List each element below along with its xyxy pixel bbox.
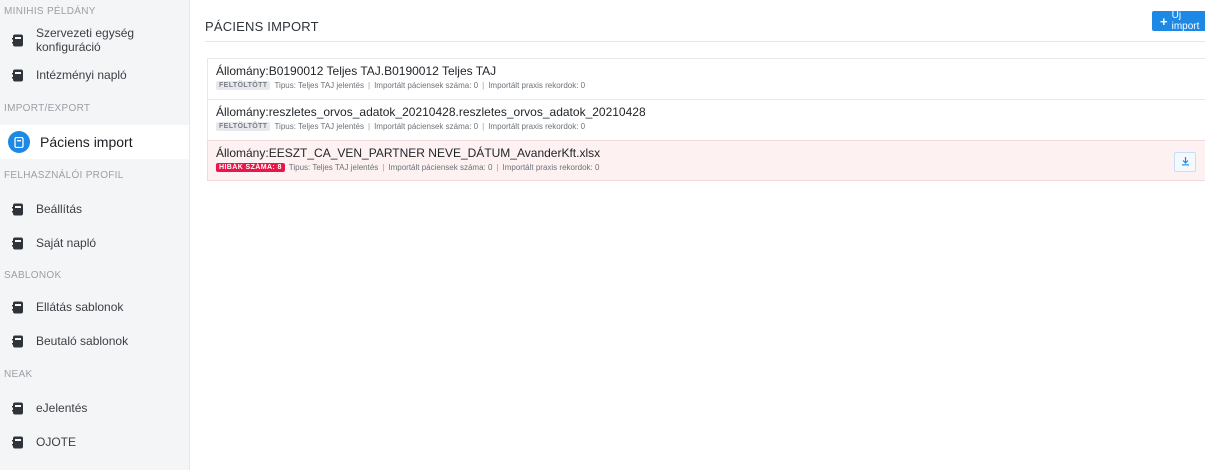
import-type: Tipus: Teljes TAJ jelentés: [288, 163, 379, 172]
sidebar-item-institution-log[interactable]: Intézményi napló: [0, 58, 189, 92]
error-count-badge: HIBÁK SZÁMA: 8: [216, 163, 285, 172]
book-icon: [10, 32, 26, 48]
sidebar-item-org-config[interactable]: Szervezeti egység konfiguráció: [0, 22, 189, 58]
list-item[interactable]: Állomány:B0190012 Teljes TAJ.B0190012 Te…: [207, 58, 1205, 99]
book-icon: [10, 434, 26, 450]
separator: |: [496, 163, 499, 172]
book-icon: [10, 67, 26, 83]
sidebar-item-care-templates[interactable]: Ellátás sablonok: [0, 290, 189, 324]
book-icon: [10, 299, 26, 315]
sidebar-item-label: konfiguráció: [36, 40, 101, 54]
status-badge: FELTÖLTÖTT: [216, 122, 271, 131]
import-meta: HIBÁK SZÁMA: 8 Tipus: Teljes TAJ jelenté…: [216, 163, 1198, 172]
imported-records: Importált praxis rekordok: 0: [488, 81, 586, 90]
file-name: Állomány:reszletes_orvos_adatok_20210428…: [216, 105, 646, 119]
sidebar-item-label: Intézményi napló: [36, 68, 127, 82]
sidebar-item-ejelentes[interactable]: eJelentés: [0, 391, 189, 425]
separator: |: [382, 163, 385, 172]
imported-records: Importált praxis rekordok: 0: [502, 163, 600, 172]
section-header-neak: NEAK: [4, 369, 33, 380]
sidebar-item-label: Ellátás sablonok: [36, 300, 124, 314]
imported-patients: Importált páciensek száma: 0: [374, 81, 479, 90]
list-item[interactable]: Állomány:reszletes_orvos_adatok_20210428…: [207, 99, 1205, 140]
download-button[interactable]: [1174, 152, 1196, 172]
sidebar: MINIHIS PÉLDÁNY Szervezeti egység konfig…: [0, 0, 190, 470]
separator: |: [367, 122, 371, 131]
sidebar-item-patient-import[interactable]: Páciens import: [0, 125, 189, 159]
imported-patients: Importált páciensek száma: 0: [374, 122, 479, 131]
imported-patients: Importált páciensek száma: 0: [388, 163, 493, 172]
page-title: PÁCIENS IMPORT: [205, 19, 319, 34]
page-header: PÁCIENS IMPORT + Új import ⌄: [205, 10, 1205, 42]
sidebar-item-own-log[interactable]: Saját napló: [0, 226, 189, 260]
book-icon: [10, 400, 26, 416]
file-name: Állomány:EESZT_CA_VEN_PARTNER NEVE_DÁTUM…: [216, 146, 601, 160]
sidebar-item-label: eJelentés: [36, 401, 88, 415]
plus-icon: +: [1160, 13, 1168, 29]
sidebar-item-label: Beutaló sablonok: [36, 334, 129, 348]
file-name: Állomány:B0190012 Teljes TAJ.B0190012 Te…: [216, 64, 497, 78]
download-icon: [1181, 153, 1190, 171]
sidebar-item-label: Páciens import: [40, 134, 133, 150]
book-icon: [8, 131, 30, 153]
separator: |: [367, 81, 371, 90]
section-header-import-export: IMPORT/EXPORT: [4, 103, 91, 114]
sidebar-item-label: OJOTE: [36, 435, 77, 449]
import-type: Tipus: Teljes TAJ jelentés: [274, 81, 364, 90]
list-item[interactable]: Állomány:EESZT_CA_VEN_PARTNER NEVE_DÁTUM…: [207, 140, 1205, 181]
main-content: PÁCIENS IMPORT + Új import ⌄ Állomány:B0…: [191, 0, 1205, 470]
new-import-label: Új import: [1171, 10, 1200, 32]
import-list: Állomány:B0190012 Teljes TAJ.B0190012 Te…: [207, 58, 1205, 181]
section-header-minihis: MINIHIS PÉLDÁNY: [4, 5, 96, 17]
section-header-user-profile: FELHASZNÁLÓI PROFIL: [4, 170, 124, 181]
import-meta: FELTÖLTÖTT Tipus: Teljes TAJ jelentés | …: [216, 81, 1198, 90]
sidebar-item-label: Beállítás: [36, 202, 83, 216]
sidebar-item-ojote[interactable]: OJOTE: [0, 425, 189, 459]
new-import-button[interactable]: + Új import ⌄: [1152, 10, 1205, 32]
imported-records: Importált praxis rekordok: 0: [488, 122, 586, 131]
import-type: Tipus: Teljes TAJ jelentés: [274, 122, 364, 131]
separator: |: [482, 122, 485, 131]
separator: |: [482, 81, 485, 90]
status-badge: FELTÖLTÖTT: [216, 81, 271, 90]
sidebar-item-label: Szervezeti egység: [36, 26, 135, 40]
section-header-templates: SABLONOK: [4, 269, 62, 281]
import-meta: FELTÖLTÖTT Tipus: Teljes TAJ jelentés | …: [216, 122, 1198, 131]
book-icon: [10, 235, 26, 251]
sidebar-item-settings[interactable]: Beállítás: [0, 192, 189, 226]
book-icon: [10, 201, 26, 217]
sidebar-item-referral-templates[interactable]: Beutaló sablonok: [0, 324, 189, 358]
sidebar-item-label: Saját napló: [36, 236, 97, 250]
book-icon: [10, 333, 26, 349]
